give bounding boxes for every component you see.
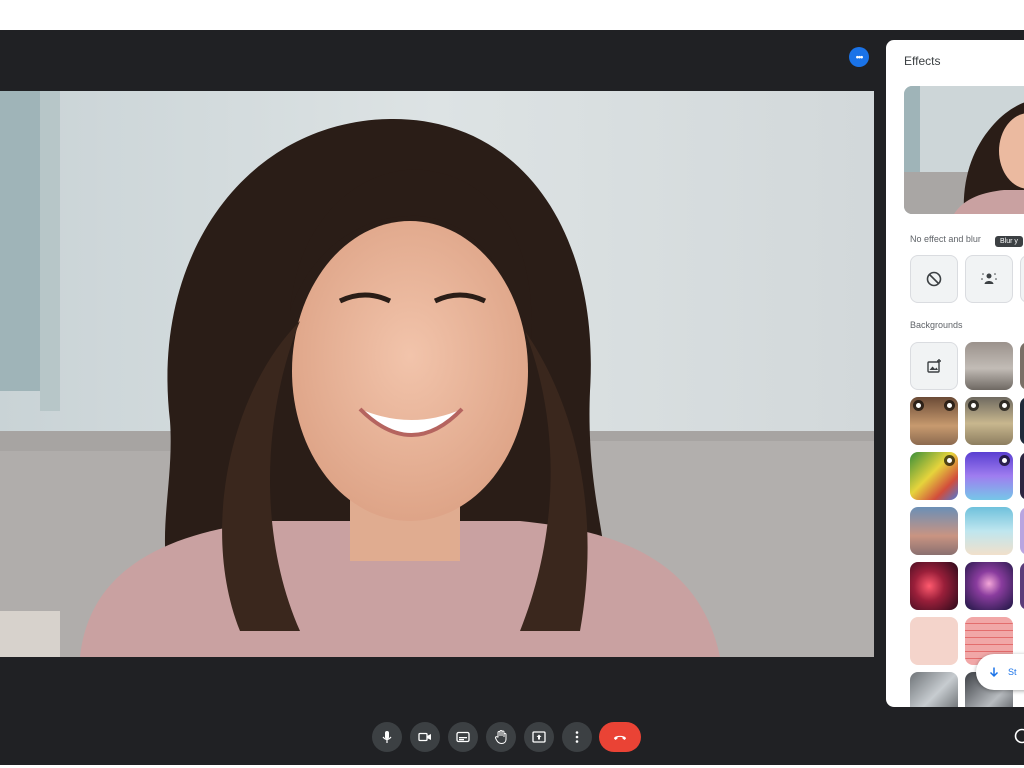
no-effect-section-label: No effect and blur xyxy=(910,234,981,244)
present-icon xyxy=(532,731,546,743)
arrow-down-icon xyxy=(989,667,999,678)
present-button[interactable] xyxy=(524,722,554,752)
no-effect-tile[interactable] xyxy=(910,255,958,303)
effects-panel: Effects No effect and blur Blur y Backgr… xyxy=(886,40,1024,707)
background-light-trails[interactable] xyxy=(910,562,958,610)
participant-video xyxy=(0,91,874,657)
video-frame-illustration xyxy=(0,91,874,657)
background-classroom[interactable] xyxy=(965,397,1013,445)
background-dark[interactable] xyxy=(1020,397,1024,445)
upload-background-tile[interactable] xyxy=(910,342,958,390)
background-party[interactable] xyxy=(910,452,958,500)
background-room-1[interactable] xyxy=(965,342,1013,390)
video-badge-icon xyxy=(999,455,1010,466)
effects-panel-title: Effects xyxy=(904,54,941,68)
captions-icon xyxy=(456,731,470,743)
backgrounds-section-label: Backgrounds xyxy=(910,320,963,330)
blur-tile[interactable] xyxy=(1020,255,1024,303)
activities-icon[interactable] xyxy=(1013,726,1024,746)
camera-button[interactable] xyxy=(410,722,440,752)
hand-icon xyxy=(494,730,507,745)
more-options-badge[interactable]: ••• xyxy=(849,47,869,67)
background-space-room[interactable] xyxy=(965,452,1013,500)
background-library[interactable] xyxy=(910,397,958,445)
video-badge-icon xyxy=(999,400,1010,411)
self-view-preview xyxy=(904,86,1024,214)
more-vert-icon xyxy=(575,731,579,743)
video-badge-icon xyxy=(944,455,955,466)
background-office[interactable] xyxy=(910,672,958,707)
add-photo-icon xyxy=(927,359,941,373)
captions-button[interactable] xyxy=(448,722,478,752)
background-sunset[interactable] xyxy=(910,507,958,555)
more-options-button[interactable] xyxy=(562,722,592,752)
background-beach[interactable] xyxy=(965,507,1013,555)
raise-hand-button[interactable] xyxy=(486,722,516,752)
slight-blur-tile[interactable] xyxy=(965,255,1013,303)
microphone-button[interactable] xyxy=(372,722,402,752)
animated-badge-icon xyxy=(968,400,979,411)
blur-tooltip: Blur y xyxy=(995,236,1023,247)
blur-person-icon xyxy=(981,273,997,284)
scroll-down-button[interactable]: St xyxy=(976,654,1024,690)
background-room-2[interactable] xyxy=(1020,342,1024,390)
background-nebula[interactable] xyxy=(1020,562,1024,610)
phone-hangup-icon xyxy=(614,735,626,740)
camera-icon xyxy=(418,732,431,742)
scroll-down-label: St xyxy=(1008,667,1017,677)
background-lavender[interactable] xyxy=(1020,507,1024,555)
background-purple[interactable] xyxy=(1020,452,1024,500)
block-icon xyxy=(926,271,942,287)
browser-top-area xyxy=(0,0,1024,30)
animated-badge-icon xyxy=(913,400,924,411)
video-badge-icon xyxy=(944,400,955,411)
end-call-button[interactable] xyxy=(599,722,641,752)
background-galaxy[interactable] xyxy=(965,562,1013,610)
mic-icon xyxy=(382,731,392,743)
background-pink-texture[interactable] xyxy=(910,617,958,665)
